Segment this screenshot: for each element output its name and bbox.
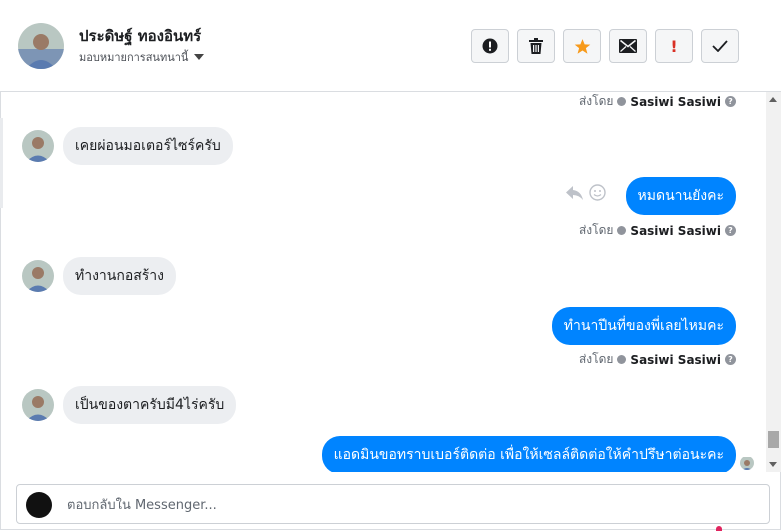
- message-bubble[interactable]: หมดนานยังคะ: [625, 177, 736, 215]
- seen-avatar: [740, 456, 754, 470]
- message-bubble[interactable]: ทำนาปีนที่ของพี่เลยไหมคะ: [551, 307, 736, 345]
- reply-input[interactable]: [65, 494, 749, 516]
- assign-conversation-dropdown[interactable]: มอบหมายการสนทนานี้: [79, 48, 205, 66]
- delete-button[interactable]: [517, 29, 555, 63]
- star-button[interactable]: [563, 29, 601, 63]
- conversation-toolbar: !: [471, 29, 739, 63]
- envelope-icon: [619, 39, 637, 53]
- sender-avatar: [22, 130, 54, 162]
- incoming-message: ทำงานกอสร้าง: [22, 257, 177, 295]
- page-icon: [617, 355, 627, 364]
- thread-scrollbar[interactable]: [766, 92, 781, 472]
- sender-avatar: [22, 260, 54, 292]
- check-icon: [712, 40, 728, 52]
- message-bubble[interactable]: เคยผ่อนมอเตอร์ไซร์ครับ: [63, 127, 233, 165]
- sender-name: Sasiwi Sasiwi: [630, 352, 721, 367]
- sender-name: Sasiwi Sasiwi: [630, 223, 721, 238]
- mark-unread-button[interactable]: [609, 29, 647, 63]
- help-icon[interactable]: ?: [725, 225, 736, 236]
- contact-avatar[interactable]: [18, 23, 64, 69]
- page-avatar: [26, 492, 52, 518]
- alert-circle-icon: [482, 38, 498, 54]
- reply-icon[interactable]: [566, 185, 583, 200]
- reply-box[interactable]: [16, 484, 770, 524]
- mark-spam-button[interactable]: [471, 29, 509, 63]
- trash-icon: [529, 38, 543, 54]
- sent-by-label: ส่งโดย: [578, 223, 614, 237]
- mark-done-button[interactable]: [701, 29, 739, 63]
- sender-name: Sasiwi Sasiwi: [630, 94, 721, 109]
- sent-by-line: ส่งโดย Sasiwi Sasiwi ?: [579, 350, 736, 369]
- indicator-dot: [716, 526, 722, 531]
- follow-up-button[interactable]: !: [655, 29, 693, 63]
- message-thread[interactable]: ส่งโดย Sasiwi Sasiwi ? เคยผ่อนมอเตอร์ไซร…: [0, 92, 766, 472]
- help-icon[interactable]: ?: [725, 96, 736, 107]
- scroll-up-arrow[interactable]: [769, 97, 777, 102]
- sent-by-line: ส่งโดย Sasiwi Sasiwi ?: [579, 221, 736, 240]
- sender-avatar: [22, 389, 54, 421]
- incoming-message: เคยผ่อนมอเตอร์ไซร์ครับ: [22, 127, 233, 165]
- emoji-icon[interactable]: [589, 184, 606, 201]
- scroll-down-arrow[interactable]: [769, 462, 777, 467]
- conversation-header: ประดิษฐ์ ทองอินทร์ มอบหมายการสนทนานี้ !: [0, 0, 781, 92]
- message-bubble[interactable]: เป็นของตาครับมี4ไร่ครับ: [63, 386, 237, 424]
- scroll-thumb[interactable]: [768, 431, 779, 448]
- contact-name[interactable]: ประดิษฐ์ ทองอินทร์: [79, 24, 201, 48]
- exclamation-icon: !: [670, 36, 678, 56]
- page-icon: [617, 97, 627, 106]
- star-icon: [574, 38, 590, 54]
- incoming-message: เป็นของตาครับมี4ไร่ครับ: [22, 386, 237, 424]
- message-bubble[interactable]: ทำงานกอสร้าง: [63, 257, 177, 295]
- sent-by-label: ส่งโดย: [578, 94, 614, 108]
- assign-label: มอบหมายการสนทนานี้: [79, 51, 189, 64]
- message-actions: [566, 184, 606, 201]
- help-icon[interactable]: ?: [725, 354, 736, 365]
- message-bubble[interactable]: แอดมินขอทราบเบอร์ติดต่อ เพื่อให้เซลล์ติด…: [321, 436, 736, 472]
- page-icon: [617, 226, 627, 235]
- chevron-down-icon: [194, 54, 205, 60]
- sent-by-line: ส่งโดย Sasiwi Sasiwi ?: [579, 92, 736, 111]
- sent-by-label: ส่งโดย: [578, 352, 614, 366]
